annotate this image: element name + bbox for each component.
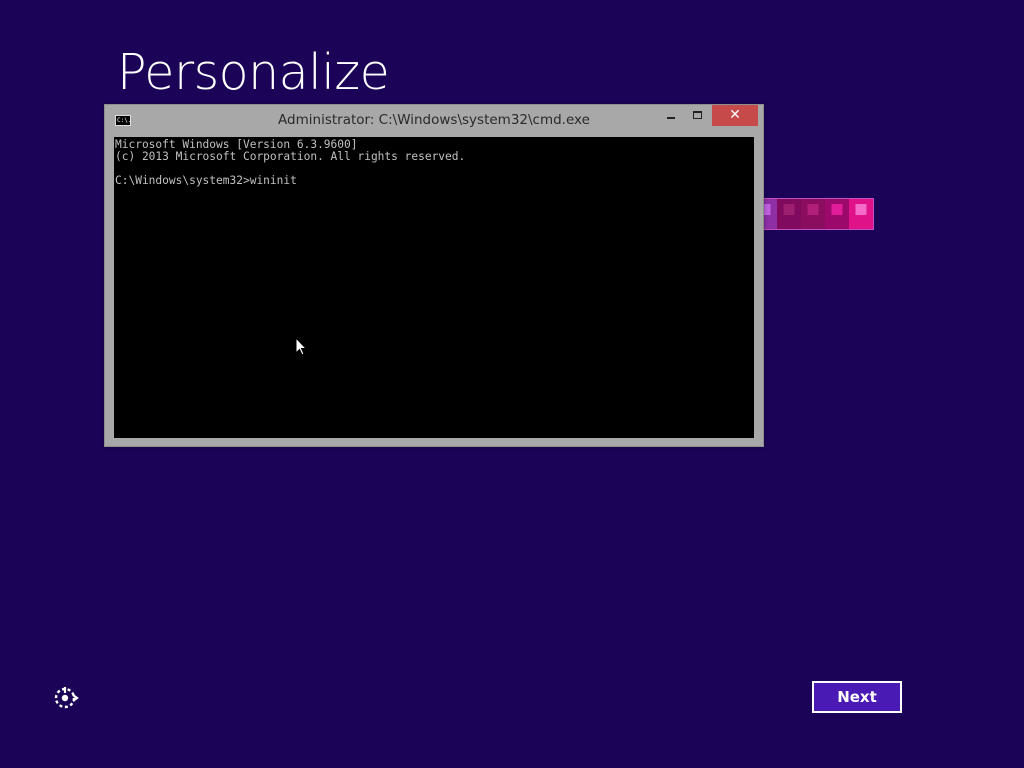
mouse-pointer-icon: [295, 337, 307, 356]
setup-screen: Personalize C:\. Administrator: C:\Windo…: [0, 0, 1024, 768]
color-swatch[interactable]: [801, 199, 825, 229]
close-button[interactable]: ✕: [712, 105, 758, 126]
page-title: Personalize: [117, 44, 390, 101]
maximize-button[interactable]: [684, 105, 711, 126]
console-prompt-line[interactable]: C:\Windows\system32>wininit: [115, 175, 753, 187]
cmd-window[interactable]: C:\. Administrator: C:\Windows\system32\…: [104, 104, 764, 447]
swatch-indicator: [783, 204, 795, 215]
next-button[interactable]: Next: [812, 681, 902, 713]
swatch-indicator: [831, 204, 843, 215]
swatch-indicator: [807, 204, 819, 215]
cmd-titlebar[interactable]: C:\. Administrator: C:\Windows\system32\…: [105, 105, 763, 135]
ease-of-access-icon[interactable]: [52, 684, 80, 712]
minimize-icon: [667, 117, 675, 119]
swatch-indicator: [855, 204, 867, 215]
color-swatch[interactable]: [849, 199, 873, 229]
color-swatch[interactable]: [777, 199, 801, 229]
minimize-button[interactable]: [657, 105, 683, 126]
maximize-icon: [693, 111, 702, 119]
close-icon: ✕: [729, 107, 741, 123]
color-swatch-strip: [752, 198, 874, 230]
console-output[interactable]: Microsoft Windows [Version 6.3.9600] (c)…: [114, 137, 754, 438]
console-line: (c) 2013 Microsoft Corporation. All righ…: [115, 150, 466, 163]
color-swatch[interactable]: [825, 199, 849, 229]
